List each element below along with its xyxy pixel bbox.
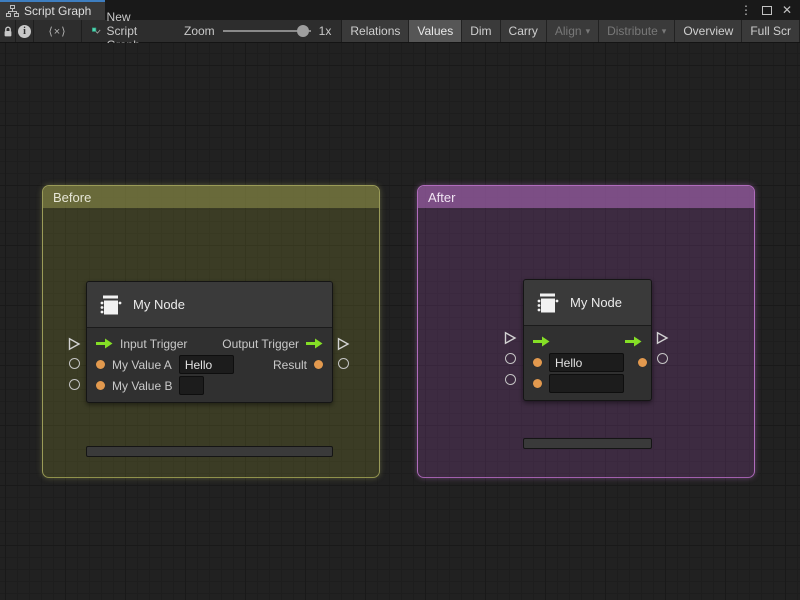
lock-icon (2, 25, 14, 38)
value-output-port-icon[interactable] (314, 360, 323, 369)
port-row: Input Trigger Output Trigger (87, 333, 332, 354)
chevron-down-icon: ▾ (586, 26, 591, 37)
port-row (524, 373, 651, 394)
trigger-input-port-icon[interactable] (533, 336, 550, 347)
node-footer (86, 446, 333, 457)
value-input-port-icon[interactable] (533, 379, 542, 388)
graph-toolbar: i ⟨×⟩ New Script Graph Zoom 1x Relations… (0, 20, 800, 43)
overview-button[interactable]: Overview (675, 20, 742, 42)
outer-value-port-icon[interactable] (505, 353, 516, 364)
info-icon: i (18, 25, 31, 38)
unit-icon (536, 291, 560, 315)
align-button[interactable]: Align ▾ (547, 20, 599, 42)
variables-button[interactable]: ⟨×⟩ (34, 20, 82, 42)
outer-value-port-icon[interactable] (69, 358, 80, 369)
tab-script-graph[interactable]: Script Graph (0, 0, 105, 20)
port-label: My Value B (112, 379, 172, 393)
kebab-menu-icon[interactable]: ⋮ (740, 3, 752, 17)
port-label: Output Trigger (222, 337, 299, 351)
value-input-port-icon[interactable] (533, 358, 542, 367)
port-label: Input Trigger (120, 337, 187, 351)
group-before-header[interactable]: Before (43, 186, 379, 208)
port-row (524, 352, 651, 373)
toolbar-buttons: Relations Values Dim Carry Align ▾ Distr… (342, 20, 800, 42)
zoom-label: Zoom (184, 24, 215, 38)
group-after-header[interactable]: After (418, 186, 754, 208)
port-row: My Value A Result (87, 354, 332, 375)
outer-trigger-port-icon[interactable] (655, 331, 669, 345)
node-footer (523, 438, 652, 449)
node-title: My Node (570, 295, 622, 310)
port-row (524, 331, 651, 352)
dim-button[interactable]: Dim (462, 20, 500, 42)
carry-button[interactable]: Carry (501, 20, 547, 42)
node-header[interactable]: My Node (524, 280, 651, 326)
node-title: My Node (133, 297, 185, 312)
inspector-button[interactable]: i (16, 20, 34, 42)
relations-button[interactable]: Relations (342, 20, 409, 42)
outer-value-port-icon[interactable] (338, 358, 349, 369)
code-icon: ⟨×⟩ (49, 25, 67, 38)
outer-value-port-icon[interactable] (69, 379, 80, 390)
lock-button[interactable] (0, 20, 16, 42)
outer-value-port-icon[interactable] (505, 374, 516, 385)
value-b-input[interactable] (549, 374, 624, 393)
outer-trigger-port-icon[interactable] (336, 337, 350, 351)
graph-breadcrumb[interactable]: New Script Graph (82, 20, 178, 42)
outer-trigger-port-icon[interactable] (67, 337, 81, 351)
zoom-slider-handle[interactable] (297, 25, 309, 37)
trigger-input-port-icon[interactable] (96, 338, 113, 349)
outer-value-port-icon[interactable] (657, 353, 668, 364)
graph-canvas[interactable]: Before After My Node (0, 43, 800, 600)
tab-title: Script Graph (24, 4, 91, 18)
node-before[interactable]: My Node Input Trigger Output Trigger My … (86, 281, 333, 403)
node-header[interactable]: My Node (87, 282, 332, 328)
maximize-icon[interactable] (762, 6, 772, 15)
zoom-control: Zoom 1x (178, 20, 342, 42)
distribute-button[interactable]: Distribute ▾ (599, 20, 675, 42)
outer-trigger-port-icon[interactable] (503, 331, 517, 345)
trigger-output-port-icon[interactable] (306, 338, 323, 349)
trigger-output-port-icon[interactable] (625, 336, 642, 347)
script-graph-asset-icon (92, 25, 101, 38)
values-button[interactable]: Values (409, 20, 462, 42)
value-output-port-icon[interactable] (638, 358, 647, 367)
value-b-input[interactable] (179, 376, 204, 395)
port-row: My Value B (87, 375, 332, 396)
value-a-input[interactable] (179, 355, 234, 374)
chevron-down-icon: ▾ (662, 26, 667, 37)
value-a-input[interactable] (549, 353, 624, 372)
hierarchy-icon (6, 5, 19, 17)
group-title: After (428, 190, 455, 205)
group-title: Before (53, 190, 91, 205)
unit-icon (99, 293, 123, 317)
port-label: My Value A (112, 358, 172, 372)
port-label: Result (273, 358, 307, 372)
value-input-port-icon[interactable] (96, 360, 105, 369)
value-input-port-icon[interactable] (96, 381, 105, 390)
fullscreen-button[interactable]: Full Scr (742, 20, 800, 42)
close-icon[interactable]: ✕ (782, 3, 792, 17)
zoom-value: 1x (319, 24, 332, 38)
zoom-slider[interactable] (223, 25, 311, 37)
window-controls: ⋮ ✕ (740, 0, 800, 20)
node-after[interactable]: My Node (523, 279, 652, 401)
